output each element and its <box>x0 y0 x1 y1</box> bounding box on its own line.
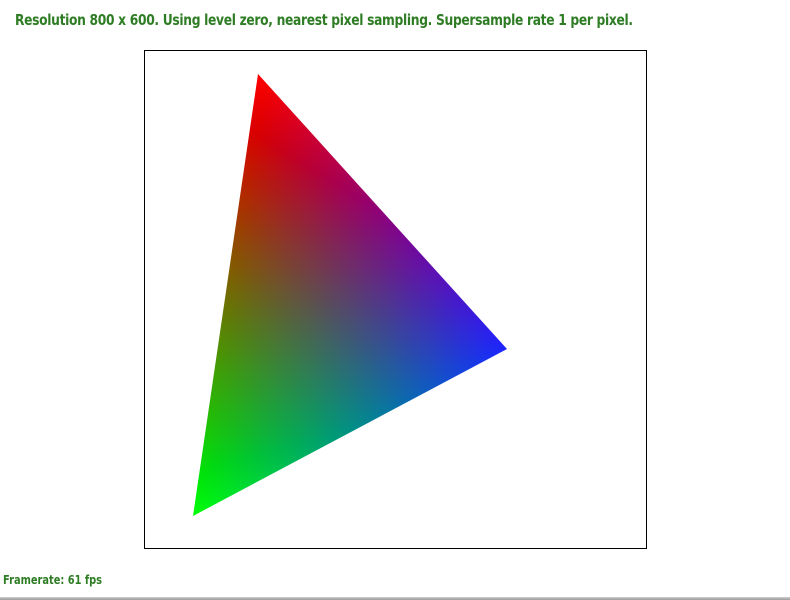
renderer-window: Resolution 800 x 600. Using level zero, … <box>0 0 790 600</box>
render-canvas[interactable] <box>0 0 790 600</box>
interpolated-color-triangle <box>193 74 507 516</box>
framerate-text: Framerate: 61 fps <box>3 573 103 587</box>
